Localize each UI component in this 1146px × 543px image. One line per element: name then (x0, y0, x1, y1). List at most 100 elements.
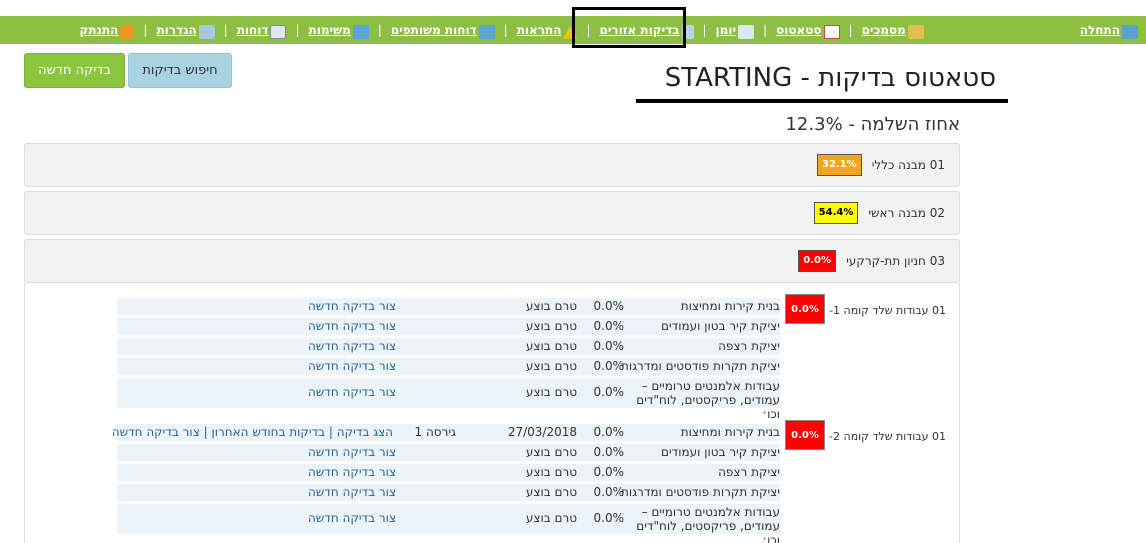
row-date: טרם בוצע (525, 511, 577, 525)
page-title: סטאטוס בדיקות - STARTING (664, 63, 996, 93)
row-item-name: בנית קירות ומחיצות (680, 299, 780, 313)
nav-separator: | (848, 23, 853, 37)
row-percent: 0.0% (593, 465, 625, 479)
group-percent-badge: 0.0% (785, 294, 825, 324)
section-label: 01 מבנה כללי (871, 158, 945, 172)
nav-item-home-main[interactable]: התחלה (1079, 23, 1138, 39)
row-percent: 0.0% (593, 359, 625, 373)
nav-item-status[interactable]: סטאטוס (776, 23, 840, 39)
row-item-name: יציקת רצפה (718, 339, 780, 353)
nav-label: דוחות (236, 23, 269, 37)
nav-separator: | (223, 23, 228, 37)
section-main-structure[interactable]: 02 מבנה ראשי 54.4% (24, 191, 960, 235)
nav-separator: | (763, 23, 768, 37)
create-check-link[interactable]: צור בדיקה חדשה (308, 359, 396, 373)
journal-icon (738, 25, 755, 39)
nav-item-area-checks[interactable]: בדיקות אזורים (599, 23, 694, 39)
logout-icon (120, 25, 135, 39)
table-row: יציקת רצפה 0.0% טרם בוצע צור בדיקה חדשה (117, 338, 780, 355)
nav-separator: | (377, 23, 382, 37)
table-row: יציקת רצפה 0.0% טרם בוצע צור בדיקה חדשה (117, 464, 780, 481)
title-underline (636, 99, 1008, 103)
group-percent-badge: 0.0% (785, 420, 825, 450)
table-row: עבודות אלמנטים טרומיים – עמודים, פריקסטי… (117, 378, 780, 421)
printer-icon (270, 25, 287, 39)
row-date: טרם בוצע (525, 485, 577, 499)
nav-label: דוחות משותפים (390, 23, 477, 37)
table-row: בנית קירות ומחיצות 0.0% טרם בוצע צור בדי… (117, 298, 780, 315)
create-check-link[interactable]: צור בדיקה חדשה (308, 299, 396, 313)
nav-item-settings[interactable]: הגדרות (156, 23, 215, 39)
calendar-icon (823, 25, 840, 39)
group-label: 01 עבודות שלד קומה 2- (829, 430, 946, 443)
section-percent-badge: 54.4% (813, 202, 859, 224)
row-item-name: יציקת קיר בטון ועמודים (661, 319, 780, 333)
nav-label: מסמכים (861, 23, 906, 37)
nav-label: משימות (308, 23, 351, 37)
table-row: יציקת קיר בטון ועמודים 0.0% טרם בוצע צור… (117, 318, 780, 335)
row-item-name: עבודות אלמנטים טרומיים – עמודים, פריקסטי… (636, 379, 780, 421)
nav-label: יומן (715, 23, 737, 37)
section-label: 02 מבנה ראשי (868, 206, 945, 220)
nav-item-journal[interactable]: יומן (715, 23, 755, 39)
nav-separator: | (295, 23, 300, 37)
create-check-link[interactable]: צור בדיקה חדשה (308, 319, 396, 333)
nav-item-tasks[interactable]: משימות (308, 23, 369, 39)
row-percent: 0.0% (593, 511, 625, 525)
section-general-structure[interactable]: 01 מבנה כללי 32.1% (24, 143, 960, 187)
nav-label: בדיקות אזורים (599, 23, 680, 37)
row-date: טרם בוצע (525, 339, 577, 353)
row-percent: 0.0% (593, 339, 625, 353)
nav-separator: | (503, 23, 508, 37)
row-item-name: יציקת תקרות פודסטים ומדרגות (620, 359, 780, 373)
area-icon (681, 25, 694, 39)
row-date: טרם בוצע (525, 299, 577, 313)
settings-icon (198, 25, 215, 39)
row-date: טרם בוצע (525, 319, 577, 333)
row-percent: 0.0% (593, 299, 625, 313)
row-date: טרם בוצע (525, 359, 577, 373)
nav-separator: | (586, 23, 591, 37)
tasks-icon (352, 25, 369, 39)
row-percent: 0.0% (593, 485, 625, 499)
documents-icon (907, 25, 924, 39)
row-date: טרם בוצע (525, 445, 577, 459)
row-version: גירסה 1 (414, 425, 456, 439)
row-percent: 0.0% (593, 425, 625, 439)
section-percent-badge: 0.0% (798, 250, 837, 272)
nav-label: התנתק (79, 23, 119, 37)
table-row: עבודות אלמנטים טרומיים – עמודים, פריקסטי… (117, 504, 780, 543)
nav-item-documents-main[interactable]: מסמכים (861, 23, 924, 39)
table-row: יציקת תקרות פודסטים ומדרגות 0.0% טרם בוצ… (117, 358, 780, 375)
nav-item-shared-reports[interactable]: דוחות משותפים (390, 23, 495, 39)
create-check-link[interactable]: צור בדיקה חדשה (308, 385, 396, 399)
search-checks-button[interactable]: חיפוש בדיקות (128, 53, 232, 88)
create-check-link[interactable]: צור בדיקה חדשה (308, 465, 396, 479)
nav-item-reports[interactable]: דוחות (236, 23, 287, 39)
nav-label: התחלה (1079, 23, 1120, 37)
nav-item-logout[interactable]: התנתק (79, 23, 135, 39)
row-percent: 0.0% (593, 319, 625, 333)
nav-item-alerts[interactable]: התראות (517, 23, 578, 39)
row-date: 27/03/2018 (507, 425, 577, 439)
shared-reports-icon (478, 25, 495, 39)
table-row: יציקת קיר בטון ועמודים 0.0% טרם בוצע צור… (117, 444, 780, 461)
section-percent-badge: 32.1% (816, 154, 862, 176)
row-percent: 0.0% (593, 385, 625, 399)
section-underground-parking[interactable]: 03 חניון תת-קרקעי 0.0% (24, 239, 960, 283)
group-label: 01 עבודות שלד קומה 1- (829, 304, 946, 317)
create-check-link[interactable]: צור בדיקה חדשה (308, 511, 396, 525)
row-date: טרם בוצע (525, 385, 577, 399)
table-row: יציקת תקרות פודסטים ומדרגות 0.0% טרם בוצ… (117, 484, 780, 501)
table-row: בנית קירות ומחיצות 0.0% 27/03/2018 גירסה… (112, 424, 780, 441)
check-actions-links[interactable]: הצג בדיקה | בדיקות בחודש האחרון | צור בד… (112, 425, 393, 439)
create-check-link[interactable]: צור בדיקה חדשה (308, 339, 396, 353)
create-check-link[interactable]: צור בדיקה חדשה (308, 445, 396, 459)
nav-separator: | (702, 23, 707, 37)
create-check-link[interactable]: צור בדיקה חדשה (308, 485, 396, 499)
new-check-button[interactable]: בדיקה חדשה (24, 53, 125, 88)
home-icon (1122, 25, 1138, 39)
row-date: טרם בוצע (525, 465, 577, 479)
nav-label: סטאטוס (776, 23, 822, 37)
row-item-name: יציקת קיר בטון ועמודים (661, 445, 780, 459)
